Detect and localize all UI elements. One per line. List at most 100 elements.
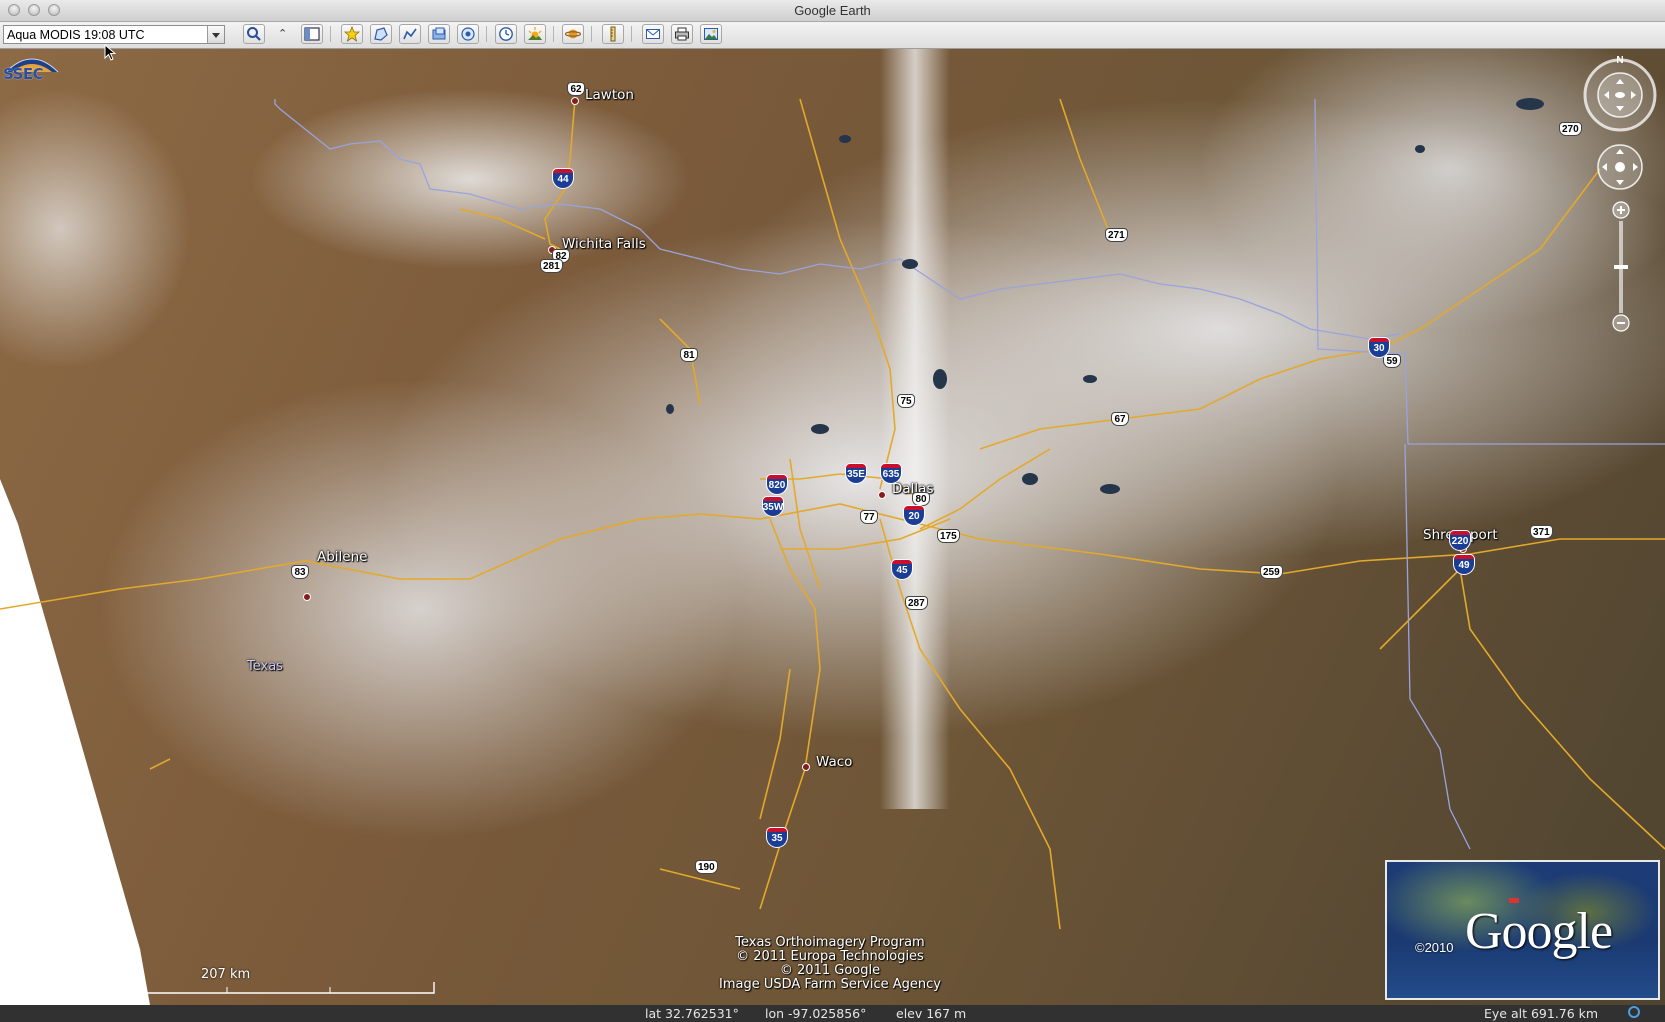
- print-button[interactable]: [671, 24, 693, 44]
- ruler-button[interactable]: [602, 24, 624, 44]
- route-shield: 271: [1105, 228, 1128, 242]
- city-marker[interactable]: [303, 593, 311, 601]
- planets-icon: [565, 29, 581, 39]
- toolbar-divider: [553, 26, 554, 42]
- toolbar-divider: [486, 26, 487, 42]
- interstate-shield: 35: [766, 827, 788, 849]
- historical-imagery-icon: [499, 27, 513, 41]
- sidebar-toggle-button[interactable]: [301, 24, 323, 44]
- planets-button[interactable]: [562, 24, 584, 44]
- ruler-icon: [610, 26, 616, 42]
- sidebar-toggle-icon: [304, 27, 320, 41]
- image-overlay-icon: [432, 27, 446, 40]
- search-button[interactable]: [243, 24, 265, 44]
- attribution-line: © 2011 Google: [779, 963, 881, 978]
- toolbar-divider: [591, 26, 592, 42]
- route-shield: 83: [291, 565, 309, 579]
- attribution-line: Texas Orthoimagery Program: [735, 935, 925, 950]
- city-label[interactable]: Lawton: [585, 87, 634, 103]
- zoom-slider[interactable]: [1610, 199, 1632, 334]
- interstate-shield: 35E: [845, 463, 867, 485]
- route-shield: 62: [567, 82, 585, 96]
- city-marker[interactable]: [571, 97, 579, 105]
- scale-label: 207 km: [201, 967, 251, 982]
- email-icon: [646, 29, 660, 39]
- interstate-shield: 820: [766, 474, 788, 496]
- attribution-line: Image USDA Farm Service Agency: [719, 977, 941, 992]
- move-joystick[interactable]: [1594, 141, 1646, 193]
- path-icon: [403, 28, 417, 40]
- sunlight-icon: [528, 27, 542, 40]
- zoom-slider-thumb: [1614, 265, 1628, 269]
- toolbar-divider: [631, 26, 632, 42]
- attribution-line: © 2011 Europa Technologies: [736, 949, 924, 964]
- record-tour-icon: [461, 27, 475, 41]
- interstate-shield: 20: [903, 505, 925, 527]
- search-icon: [247, 27, 261, 41]
- elevation-readout: elev 167 m: [896, 1006, 967, 1021]
- collapse-icon[interactable]: ⌃: [278, 27, 287, 40]
- add-image-overlay-button[interactable]: [428, 24, 450, 44]
- save-image-icon: [704, 28, 718, 40]
- interstate-shield: 30: [1368, 337, 1390, 359]
- toolbar: Aqua MODIS 19:08 UTC ⌃: [0, 22, 1665, 49]
- ssec-logo-text: SSEC: [3, 65, 44, 83]
- route-shield: 281: [540, 259, 563, 273]
- status-bar: lat 32.762531° lon -97.025856° elev 167 …: [0, 1005, 1665, 1022]
- google-logo: Google: [1465, 903, 1613, 960]
- compass-north-label: N: [1616, 55, 1623, 66]
- placemark-icon: [344, 26, 360, 42]
- route-shield: 81: [680, 348, 698, 362]
- polygon-icon: [374, 27, 388, 41]
- email-button[interactable]: [642, 24, 664, 44]
- city-marker[interactable]: [802, 763, 810, 771]
- interstate-shield: 635: [880, 463, 902, 485]
- add-placemark-button[interactable]: [341, 24, 363, 44]
- route-shield: 259: [1260, 565, 1283, 579]
- route-shield: 75: [897, 394, 915, 408]
- historical-imagery-button[interactable]: [495, 24, 517, 44]
- eye-altitude-readout: Eye alt 691.76 km: [1484, 1006, 1599, 1021]
- record-tour-button[interactable]: [457, 24, 479, 44]
- state-label: Texas: [247, 659, 283, 674]
- route-shield: 371: [1530, 525, 1553, 539]
- scale-bar: [20, 982, 435, 994]
- route-shield: 80: [912, 492, 930, 506]
- city-label[interactable]: Wichita Falls: [562, 236, 646, 252]
- interstate-shield: 35W: [762, 496, 784, 518]
- title-bar: Google Earth: [0, 0, 1665, 22]
- route-shield: 67: [1111, 412, 1129, 426]
- latitude-readout: lat 32.762531°: [645, 1006, 739, 1021]
- chevron-down-icon[interactable]: [207, 26, 224, 43]
- city-label[interactable]: Waco: [816, 754, 852, 770]
- add-path-button[interactable]: [399, 24, 421, 44]
- overview-copyright: ©2010: [1415, 940, 1454, 955]
- add-polygon-button[interactable]: [370, 24, 392, 44]
- map-viewport[interactable]: SSEC Lawton Wichita Falls Abilene Dallas…: [0, 49, 1665, 1005]
- route-shield: 175: [937, 529, 960, 543]
- streaming-progress-icon: [1628, 1006, 1640, 1018]
- save-image-button[interactable]: [700, 24, 722, 44]
- mouse-cursor-icon: [104, 44, 116, 61]
- interstate-shield: 220: [1449, 530, 1471, 552]
- city-label[interactable]: Abilene: [317, 549, 367, 565]
- route-shield: 270: [1559, 122, 1582, 136]
- route-shield: 77: [860, 510, 878, 524]
- interstate-shield: 45: [891, 559, 913, 581]
- route-shield: 287: [905, 596, 928, 610]
- imagery-attribution: Texas Orthoimagery Program © 2011 Europa…: [660, 936, 1000, 992]
- look-joystick[interactable]: N: [1580, 53, 1660, 133]
- longitude-readout: lon -97.025856°: [765, 1006, 867, 1021]
- overview-map[interactable]: Google ©2010: [1385, 860, 1660, 1000]
- interstate-shield: 44: [552, 168, 574, 190]
- layer-select-value: Aqua MODIS 19:08 UTC: [7, 28, 145, 42]
- city-marker[interactable]: [878, 491, 886, 499]
- toolbar-divider: [330, 26, 331, 42]
- interstate-shield: 49: [1453, 554, 1475, 576]
- sunlight-button[interactable]: [524, 24, 546, 44]
- window-title: Google Earth: [794, 3, 871, 18]
- print-icon: [675, 27, 689, 41]
- route-shield: 190: [695, 860, 718, 874]
- layer-select[interactable]: Aqua MODIS 19:08 UTC: [3, 25, 225, 44]
- hand-icon: [1615, 162, 1625, 172]
